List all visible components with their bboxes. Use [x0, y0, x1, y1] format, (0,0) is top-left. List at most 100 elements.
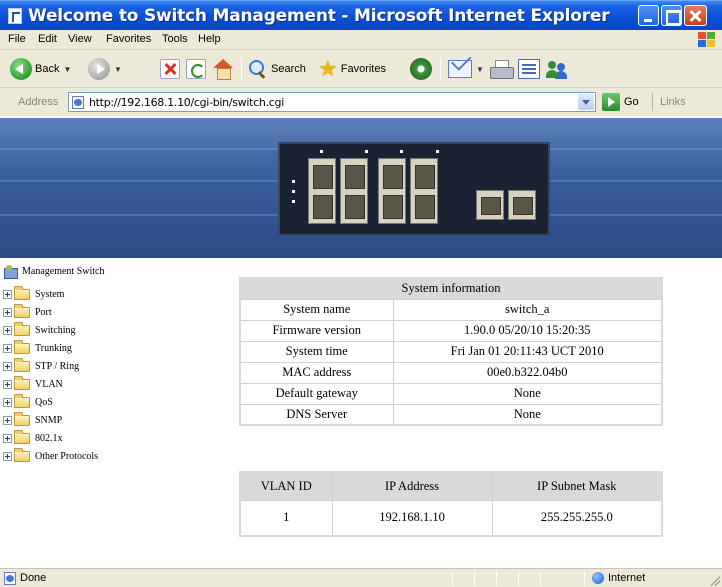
table-row: DNS Server None	[239, 403, 663, 426]
management-switch-icon	[3, 264, 18, 279]
address-input[interactable]: http://192.168.1.10/cgi-bin/switch.cgi	[68, 92, 596, 112]
tree-item-other-protocols[interactable]: Other Protocols	[0, 447, 98, 464]
column-header-vlan-id: VLAN ID	[239, 471, 333, 501]
print-button[interactable]	[490, 56, 514, 82]
address-dropdown-icon[interactable]	[578, 94, 594, 110]
expand-plus-icon[interactable]	[3, 361, 12, 371]
go-label: Go	[624, 96, 639, 108]
ethernet-port-1	[308, 158, 336, 224]
edit-button[interactable]	[518, 56, 540, 82]
expand-plus-icon[interactable]	[3, 451, 12, 461]
toolbar: Back ▼ ▼ Search ★ Favorites ▼ Address ht…	[0, 50, 722, 116]
tree-item-vlan[interactable]: VLAN	[0, 375, 63, 392]
window-title: Welcome to Switch Management - Microsoft…	[28, 6, 610, 26]
tree-item-trunking[interactable]: Trunking	[0, 339, 72, 356]
expand-plus-icon[interactable]	[3, 307, 12, 317]
chevron-down-icon[interactable]: ▼	[63, 65, 71, 74]
home-icon	[212, 59, 234, 80]
tree-item-label: Switching	[35, 324, 76, 336]
row-label: Default gateway	[239, 382, 394, 405]
folder-icon	[14, 339, 30, 354]
row-value: 00e0.b322.04b0	[392, 361, 663, 384]
search-button[interactable]: Search	[248, 56, 306, 82]
expand-plus-icon[interactable]	[3, 415, 12, 425]
chevron-down-icon[interactable]: ▼	[476, 65, 484, 74]
tree-item-snmp[interactable]: SNMP	[0, 411, 62, 428]
row-label: System time	[239, 340, 394, 363]
table-header-row: VLAN ID IP Address IP Subnet Mask	[239, 471, 663, 501]
mail-icon	[448, 60, 472, 78]
row-label: Firmware version	[239, 319, 394, 342]
minimize-button[interactable]	[638, 5, 659, 26]
switch-banner	[0, 118, 722, 258]
resize-grip-icon[interactable]	[710, 576, 720, 586]
menu-file[interactable]: File	[8, 33, 26, 45]
expand-plus-icon[interactable]	[3, 343, 12, 353]
tree-root[interactable]: Management Switch	[0, 264, 104, 279]
messenger-icon	[546, 59, 568, 79]
expand-plus-icon[interactable]	[3, 397, 12, 407]
address-bar: Address http://192.168.1.10/cgi-bin/swit…	[0, 90, 722, 114]
tree-item-system[interactable]: System	[0, 285, 64, 302]
toolbar-separator	[440, 58, 441, 80]
expand-plus-icon[interactable]	[3, 325, 12, 335]
status-text: Done	[20, 572, 47, 584]
system-info-table: System information System name switch_a …	[239, 277, 663, 426]
messenger-button[interactable]	[546, 56, 568, 82]
tree-item-stp-ring[interactable]: STP / Ring	[0, 357, 79, 374]
edit-page-icon	[518, 59, 540, 79]
menu-help[interactable]: Help	[198, 33, 221, 45]
sfp-port-2	[508, 190, 536, 220]
maximize-button[interactable]	[661, 5, 682, 26]
windows-logo-icon	[698, 32, 716, 48]
tree-item-port[interactable]: Port	[0, 303, 52, 320]
subnet-mask-cell: 255.255.255.0	[491, 499, 663, 537]
links-separator	[652, 93, 653, 111]
home-button[interactable]	[212, 56, 234, 82]
chevron-down-icon[interactable]: ▼	[114, 65, 122, 74]
status-bar: Done Internet	[0, 568, 722, 587]
expand-plus-icon[interactable]	[3, 289, 12, 299]
row-value: Fri Jan 01 20:11:43 UCT 2010	[392, 340, 663, 363]
column-header-subnet-mask: IP Subnet Mask	[491, 471, 663, 501]
tree-item-8021x[interactable]: 802.1x	[0, 429, 63, 446]
table-row: Firmware version 1.90.0 05/20/10 15:20:3…	[239, 319, 663, 342]
table-row: 1 192.168.1.10 255.255.255.0	[239, 499, 663, 537]
ethernet-port-4	[410, 158, 438, 224]
close-button[interactable]	[684, 5, 707, 26]
back-label: Back	[35, 63, 60, 75]
menu-view[interactable]: View	[68, 33, 92, 45]
mail-button[interactable]: ▼	[448, 56, 484, 82]
ethernet-port-3	[378, 158, 406, 224]
back-button[interactable]: Back ▼	[10, 56, 71, 82]
refresh-button[interactable]	[186, 56, 206, 82]
tree-item-switching[interactable]: Switching	[0, 321, 76, 338]
row-label: MAC address	[239, 361, 394, 384]
tree-item-qos[interactable]: QoS	[0, 393, 53, 410]
favorites-button[interactable]: ★ Favorites	[318, 56, 386, 82]
search-icon	[248, 59, 268, 79]
folder-icon	[14, 447, 30, 462]
stop-button[interactable]	[160, 56, 180, 82]
expand-plus-icon[interactable]	[3, 433, 12, 443]
tree-item-label: Port	[35, 306, 52, 318]
links-button[interactable]: Links	[660, 96, 686, 108]
expand-plus-icon[interactable]	[3, 379, 12, 389]
folder-icon	[14, 411, 30, 426]
media-button[interactable]	[410, 56, 432, 82]
printer-icon	[490, 60, 514, 79]
favorites-label: Favorites	[340, 63, 386, 75]
search-label: Search	[271, 63, 306, 75]
tree-item-label: Trunking	[35, 342, 72, 354]
go-button[interactable]: Go	[602, 93, 639, 111]
row-value: None	[392, 382, 663, 405]
forward-button[interactable]: ▼	[88, 56, 122, 82]
vlan-ip-table: VLAN ID IP Address IP Subnet Mask 1 192.…	[239, 471, 663, 537]
menu-favorites[interactable]: Favorites	[106, 33, 151, 45]
ie-window-icon	[8, 8, 22, 24]
toolbar-separator	[241, 58, 242, 80]
address-url: http://192.168.1.10/cgi-bin/switch.cgi	[89, 96, 284, 109]
menu-edit[interactable]: Edit	[38, 33, 57, 45]
row-label: System name	[239, 298, 394, 321]
menu-tools[interactable]: Tools	[162, 33, 188, 45]
